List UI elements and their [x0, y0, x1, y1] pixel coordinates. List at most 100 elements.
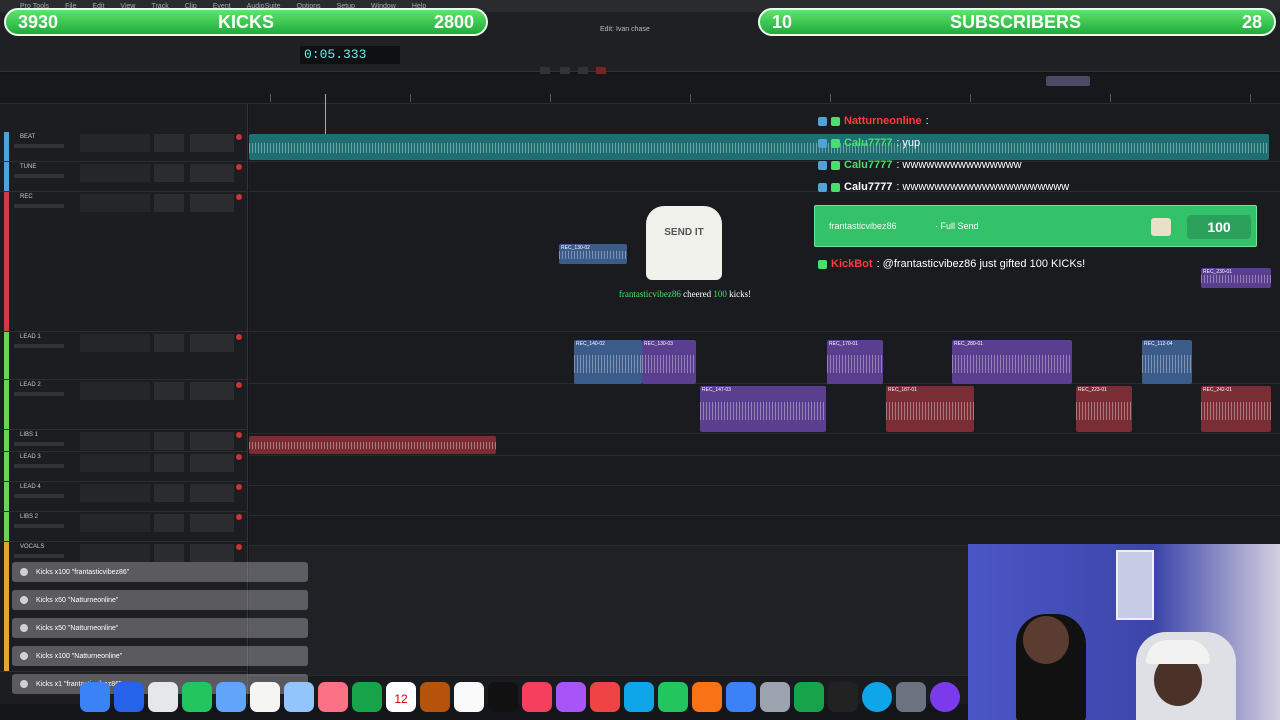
track-plugin[interactable] — [154, 514, 184, 532]
lead2-clip[interactable]: REC_147-03 — [700, 386, 826, 432]
track-inserts[interactable] — [80, 334, 150, 352]
rec-clip[interactable]: REC_230-01 — [1201, 268, 1271, 288]
record-arm-icon[interactable] — [236, 134, 242, 140]
app-icon[interactable] — [896, 682, 926, 712]
reminders-icon[interactable] — [454, 682, 484, 712]
lead1-clip[interactable]: REC_140-02 — [574, 340, 642, 384]
track-plugin[interactable] — [154, 134, 184, 152]
track-plugin[interactable] — [154, 432, 184, 450]
track-inserts[interactable] — [80, 544, 150, 562]
track-mute-solo[interactable] — [14, 442, 64, 446]
messages-icon[interactable] — [182, 682, 212, 712]
lane-lead4[interactable] — [249, 486, 1280, 516]
record-arm-icon[interactable] — [236, 164, 242, 170]
record-arm-icon[interactable] — [236, 432, 242, 438]
track-header[interactable]: LIBS 1 — [0, 430, 248, 452]
pages-icon[interactable] — [692, 682, 722, 712]
safari-icon[interactable] — [114, 682, 144, 712]
settings-icon[interactable] — [760, 682, 790, 712]
finder-icon[interactable] — [80, 682, 110, 712]
track-mute-solo[interactable] — [14, 344, 64, 348]
lead2-clip[interactable]: REC_223-01 — [1076, 386, 1132, 432]
lane-libs1[interactable] — [249, 434, 1280, 456]
tuner-icon[interactable] — [794, 682, 824, 712]
pro-tools-icon[interactable] — [930, 682, 960, 712]
lane-beat[interactable] — [249, 132, 1280, 162]
track-io[interactable] — [190, 432, 234, 450]
track-mute-solo[interactable] — [14, 144, 64, 148]
app-icon[interactable] — [862, 682, 892, 712]
track-io[interactable] — [190, 454, 234, 472]
launchpad-icon[interactable] — [148, 682, 178, 712]
track-plugin[interactable] — [154, 382, 184, 400]
photos-icon[interactable] — [318, 682, 348, 712]
track-plugin[interactable] — [154, 164, 184, 182]
track-name[interactable]: REC — [20, 194, 33, 200]
lead1-clip[interactable]: REC_170-01 — [827, 340, 883, 384]
track-header[interactable]: BEAT — [0, 132, 248, 162]
maps-icon[interactable] — [284, 682, 314, 712]
lane-lead2[interactable]: REC_147-03 REC_187-01 REC_223-01 REC_242… — [249, 384, 1280, 434]
calendar-icon[interactable]: 12 — [386, 682, 416, 712]
track-inserts[interactable] — [80, 454, 150, 472]
track-name[interactable]: LEAD 4 — [20, 484, 41, 490]
beat-clip[interactable] — [249, 134, 1269, 160]
track-inserts[interactable] — [80, 514, 150, 532]
track-header[interactable]: TUNE — [0, 162, 248, 192]
track-io[interactable] — [190, 484, 234, 502]
record-arm-icon[interactable] — [236, 484, 242, 490]
track-header[interactable]: LEAD 3 — [0, 452, 248, 482]
lead2-clip[interactable]: REC_187-01 — [886, 386, 974, 432]
mail-icon[interactable] — [216, 682, 246, 712]
track-inserts[interactable] — [80, 194, 150, 212]
timeline-ruler[interactable] — [0, 74, 1280, 104]
track-mute-solo[interactable] — [14, 524, 64, 528]
track-plugin[interactable] — [154, 484, 184, 502]
notes-icon[interactable] — [250, 682, 280, 712]
track-io[interactable] — [190, 544, 234, 562]
track-mute-solo[interactable] — [14, 392, 64, 396]
close-icon[interactable] — [20, 568, 28, 576]
tv-icon[interactable] — [488, 682, 518, 712]
track-plugin[interactable] — [154, 454, 184, 472]
libs1-clip[interactable] — [249, 436, 496, 454]
lane-lead3[interactable] — [249, 456, 1280, 486]
track-plugin[interactable] — [154, 334, 184, 352]
track-inserts[interactable] — [80, 382, 150, 400]
track-mute-solo[interactable] — [14, 174, 64, 178]
lead1-clip[interactable]: REC_280-01 — [952, 340, 1072, 384]
lead1-clip[interactable]: REC_130-03 — [642, 340, 696, 384]
record-arm-icon[interactable] — [236, 334, 242, 340]
track-name[interactable]: BEAT — [20, 134, 35, 140]
track-name[interactable]: LEAD 1 — [20, 334, 41, 340]
track-inserts[interactable] — [80, 432, 150, 450]
news-icon[interactable] — [590, 682, 620, 712]
close-icon[interactable] — [20, 680, 28, 688]
track-name[interactable]: TUNE — [20, 164, 36, 170]
track-inserts[interactable] — [80, 134, 150, 152]
numbers-icon[interactable] — [658, 682, 688, 712]
track-inserts[interactable] — [80, 484, 150, 502]
track-plugin[interactable] — [154, 544, 184, 562]
facetime-icon[interactable] — [352, 682, 382, 712]
record-arm-icon[interactable] — [236, 514, 242, 520]
close-icon[interactable] — [20, 596, 28, 604]
track-plugin[interactable] — [154, 194, 184, 212]
app-store-icon[interactable] — [726, 682, 756, 712]
record-arm-icon[interactable] — [236, 194, 242, 200]
lead2-clip[interactable]: REC_242-01 — [1201, 386, 1271, 432]
record-arm-icon[interactable] — [236, 544, 242, 550]
music-icon[interactable] — [522, 682, 552, 712]
track-io[interactable] — [190, 514, 234, 532]
contacts-icon[interactable] — [420, 682, 450, 712]
track-mute-solo[interactable] — [14, 204, 64, 208]
track-header[interactable]: LIBS 2 — [0, 512, 248, 542]
track-name[interactable]: VOCALS — [20, 544, 44, 550]
record-arm-icon[interactable] — [236, 382, 242, 388]
track-mute-solo[interactable] — [14, 494, 64, 498]
track-name[interactable]: LEAD 3 — [20, 454, 41, 460]
track-name[interactable]: LEAD 2 — [20, 382, 41, 388]
ilok-icon[interactable] — [828, 682, 858, 712]
lane-lead1[interactable]: REC_140-02 REC_130-03 REC_170-01 REC_280… — [249, 336, 1280, 384]
track-io[interactable] — [190, 134, 234, 152]
